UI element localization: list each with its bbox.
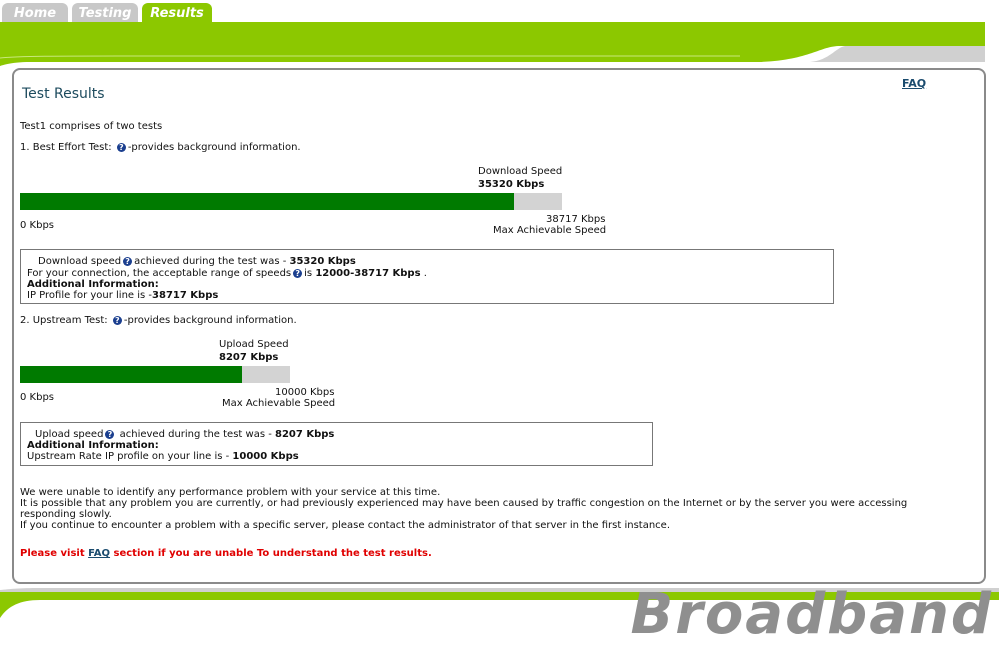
tab-results[interactable]: Results xyxy=(142,3,212,24)
download-progress-track xyxy=(20,193,562,210)
download-speed-label: Download Speed xyxy=(478,166,563,177)
upload-speed-label: Upload Speed xyxy=(219,339,289,350)
upload-progress-track xyxy=(20,366,290,383)
info-text: For your connection, the acceptable rang… xyxy=(27,268,292,279)
upload-additional-info-label: Additional Information: xyxy=(27,440,159,451)
page-title: Test Results xyxy=(22,86,105,102)
download-max-label: Max Achievable Speed xyxy=(493,225,607,236)
upload-achieved-value: 8207 Kbps xyxy=(275,429,335,440)
test1-heading: 1. Best Effort Test: ? -provides backgrou… xyxy=(20,142,301,153)
download-info-line2: For your connection, the acceptable rang… xyxy=(27,268,427,279)
help-icon[interactable]: ? xyxy=(112,316,122,325)
test1-heading-suffix: -provides background information. xyxy=(127,142,301,153)
summary-line2: It is possible that any problem you are … xyxy=(20,498,908,509)
notice-text: section if you are unable To understand … xyxy=(110,548,432,559)
test2-heading-suffix: -provides background information. xyxy=(123,315,297,326)
help-icon[interactable]: ? xyxy=(293,269,303,278)
summary-line1: We were unable to identify any performan… xyxy=(20,487,441,498)
notice-text: Please visit xyxy=(20,548,89,559)
tab-home[interactable]: Home xyxy=(2,3,68,24)
help-icon[interactable]: ? xyxy=(105,430,115,439)
upstream-profile-value: 10000 Kbps xyxy=(232,451,299,462)
upload-max-value: 10000 Kbps xyxy=(275,387,335,398)
intro-text: Test1 comprises of two tests xyxy=(20,121,163,132)
upload-info-line1: Upload speed? achieved during the test w… xyxy=(35,429,334,440)
download-additional-info-label: Additional Information: xyxy=(27,279,159,290)
download-info-line4: IP Profile for your line is -38717 Kbps xyxy=(27,290,218,301)
brand-logo: Broadband xyxy=(630,582,993,647)
upload-max-label: Max Achievable Speed xyxy=(222,398,336,409)
ip-profile-value: 38717 Kbps xyxy=(152,290,219,301)
faq-link[interactable]: FAQ xyxy=(902,77,926,90)
info-text: achieved during the test was - xyxy=(134,256,290,267)
upload-info-line3: Upstream Rate IP profile on your line is… xyxy=(27,451,299,462)
info-text: IP Profile for your line is - xyxy=(27,290,153,301)
info-text: achieved during the test was - xyxy=(116,429,276,440)
help-icon[interactable]: ? xyxy=(123,257,133,266)
help-icon[interactable]: ? xyxy=(116,143,126,152)
info-text: Upstream Rate IP profile on your line is… xyxy=(27,451,233,462)
download-speed-value: 35320 Kbps xyxy=(478,179,545,190)
summary-line3: responding slowly. xyxy=(20,509,112,520)
header-banner xyxy=(0,22,985,66)
upload-progress-fill xyxy=(20,366,242,383)
info-text: is xyxy=(304,268,316,279)
info-text: Download speed xyxy=(38,256,122,267)
faq-notice: Please visit FAQ section if you are unab… xyxy=(20,548,432,559)
download-achieved-value: 35320 Kbps xyxy=(289,256,356,267)
upload-speed-value: 8207 Kbps xyxy=(219,352,279,363)
test1-heading-label: 1. Best Effort Test: xyxy=(20,142,112,153)
notice-faq-link[interactable]: FAQ xyxy=(88,548,110,559)
download-progress-fill xyxy=(20,193,515,210)
info-text: . xyxy=(420,268,427,279)
download-max-value: 38717 Kbps xyxy=(546,214,606,225)
download-info-line1: Download speed? achieved during the test … xyxy=(38,256,356,267)
upload-min-label: 0 Kbps xyxy=(20,392,55,403)
test2-heading: 2. Upstream Test: ? -provides background … xyxy=(20,315,297,326)
tab-testing[interactable]: Testing xyxy=(72,3,138,24)
acceptable-range-value: 12000-38717 Kbps xyxy=(315,268,421,279)
test2-heading-label: 2. Upstream Test: xyxy=(20,315,108,326)
info-text: Upload speed xyxy=(35,429,104,440)
summary-line4: If you continue to encounter a problem w… xyxy=(20,520,670,531)
download-min-label: 0 Kbps xyxy=(20,220,55,231)
nav-tabs: Home Testing Results xyxy=(0,0,999,24)
